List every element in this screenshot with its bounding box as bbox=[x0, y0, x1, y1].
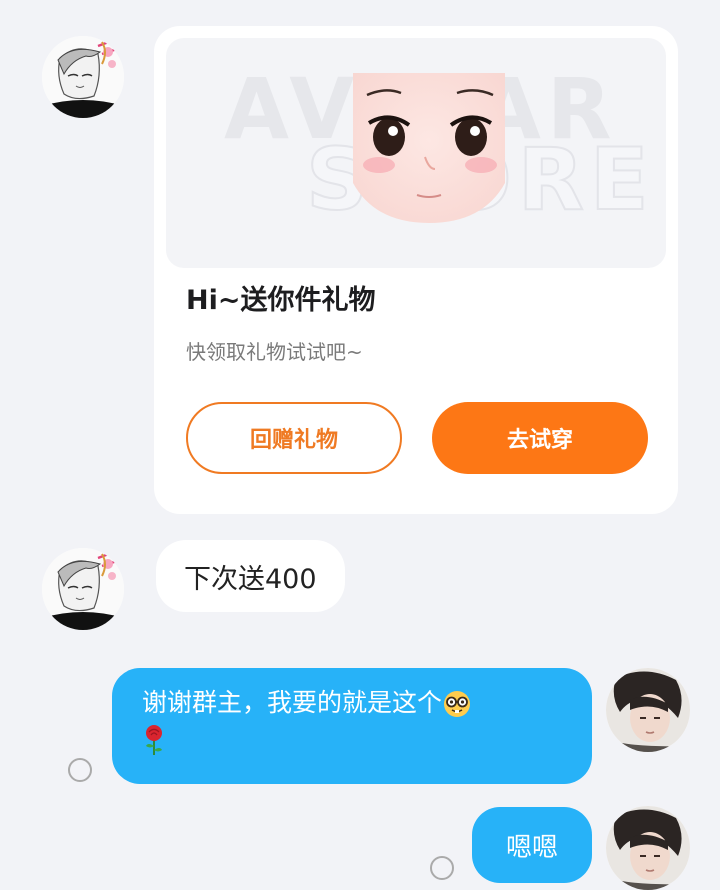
gift-card-title: Hi~送你件礼物 bbox=[186, 285, 376, 316]
sketch-avatar-icon bbox=[42, 548, 124, 630]
gift-card-subtitle: 快领取礼物试试吧~ bbox=[186, 340, 363, 364]
my-avatar[interactable] bbox=[606, 668, 690, 752]
unread-circle-icon bbox=[68, 758, 92, 782]
rose-icon bbox=[146, 725, 162, 755]
nerd-face-icon bbox=[444, 691, 471, 717]
outgoing-message-bubble[interactable]: 嗯嗯 bbox=[472, 807, 592, 883]
my-avatar[interactable] bbox=[606, 806, 690, 890]
message-text: 嗯嗯 bbox=[505, 832, 558, 863]
portrait-avatar-icon bbox=[606, 806, 690, 890]
message-text: 下次送400 bbox=[184, 563, 317, 595]
outgoing-message-bubble[interactable]: 谢谢群主，我要的就是这个 bbox=[112, 668, 592, 784]
sender-avatar[interactable] bbox=[42, 36, 124, 118]
unread-circle-icon bbox=[430, 856, 454, 880]
sender-avatar[interactable] bbox=[42, 548, 124, 630]
return-gift-button[interactable]: 回赠礼物 bbox=[186, 402, 402, 474]
gift-card[interactable]: AVATAR STORE Hi~送你件礼物 快领取礼物试试吧~ bbox=[154, 26, 678, 514]
gift-banner: AVATAR STORE bbox=[166, 38, 666, 268]
incoming-message-bubble[interactable]: 下次送400 bbox=[156, 540, 345, 612]
sketch-avatar-icon bbox=[42, 36, 124, 118]
message-text: 谢谢群主，我要的就是这个 bbox=[142, 688, 443, 717]
portrait-avatar-icon bbox=[606, 668, 690, 752]
try-on-button[interactable]: 去试穿 bbox=[432, 402, 648, 474]
avatar-face-icon bbox=[353, 73, 505, 223]
